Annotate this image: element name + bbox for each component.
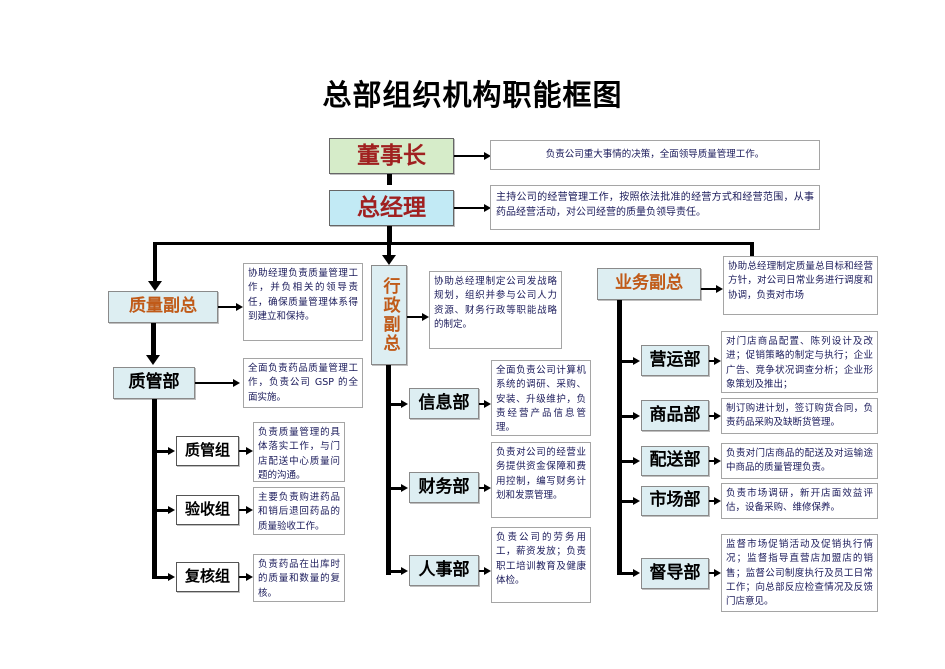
desc-general-manager: 主持公司的经营管理工作，按照依法批准的经营方式和经营范围，从事药品经营活动，对公… <box>490 185 820 230</box>
desc-business-dept-1: 制订购进计划，签订购货合同，负责药品采购及缺断货管理。 <box>721 398 878 434</box>
desc-admin-dept-2: 负责公司的劳务用工，薪资发放；负责职工培训教育及健康体检。 <box>491 527 591 603</box>
node-business-dept-4-label: 督导部 <box>649 562 701 583</box>
node-admin-dept-2-label: 人事部 <box>418 559 470 580</box>
arrow-business-dept-4-icon <box>633 569 640 577</box>
connector-quality-vp-dept <box>151 323 156 359</box>
node-quality-group-2[interactable]: 复核组 <box>176 562 239 592</box>
arrow-business-dept-1-desc-icon <box>714 412 721 420</box>
node-business-vp[interactable]: 业务副总 <box>597 268 701 300</box>
node-admin-dept-0-label: 信息部 <box>418 392 470 413</box>
node-admin-dept-0[interactable]: 信息部 <box>409 388 479 419</box>
desc-chairman: 负责公司重大事情的决策，全面领导质量管理工作。 <box>490 140 820 170</box>
node-quality-vp-label: 质量副总 <box>129 296 197 317</box>
arrow-admin-dept-1-icon <box>401 484 408 492</box>
node-business-dept-0-label: 营运部 <box>649 349 701 370</box>
arrow-admin-dept-0-icon <box>401 400 408 408</box>
org-chart-canvas: 总部组织机构职能框图 董事长 负责公司重大事情的决策，全面领导质量管理工作。 总… <box>0 0 945 669</box>
arrow-admin-dept-2-icon <box>401 567 408 575</box>
arrow-quality-vp-icon <box>148 281 162 291</box>
node-quality-group-1[interactable]: 验收组 <box>176 495 239 525</box>
node-business-dept-3[interactable]: 市场部 <box>641 486 709 516</box>
arrow-quality-group-2-desc-icon <box>246 573 253 581</box>
node-quality-vp[interactable]: 质量副总 <box>108 291 218 323</box>
desc-business-dept-3: 负责市场调研，新开店面效益评估，设备采购、维修保养。 <box>721 483 878 519</box>
arrow-business-dept-1-icon <box>633 412 640 420</box>
node-admin-vp[interactable]: 行政副总 <box>371 265 407 365</box>
arrow-business-dept-2-desc-icon <box>714 457 721 465</box>
connector-gm-desc <box>454 207 486 209</box>
arrow-business-dept-3-icon <box>633 497 640 505</box>
arrow-business-dept-2-icon <box>633 457 640 465</box>
node-business-dept-4[interactable]: 督导部 <box>641 558 709 589</box>
arrow-quality-dept-desc-icon <box>233 379 240 387</box>
arrow-admin-dept-1-desc-icon <box>484 484 491 492</box>
arrow-quality-group-0-icon <box>168 447 175 455</box>
arrow-quality-group-1-icon <box>168 506 175 514</box>
node-business-dept-1-label: 商品部 <box>649 404 701 425</box>
node-general-manager[interactable]: 总经理 <box>329 190 454 226</box>
arrow-business-vp-desc-icon <box>716 285 723 293</box>
arrow-quality-group-0-desc-icon <box>246 447 253 455</box>
node-business-dept-3-label: 市场部 <box>649 490 701 511</box>
node-business-dept-2[interactable]: 配送部 <box>641 446 709 476</box>
connector-business-trunk <box>617 300 622 575</box>
node-admin-dept-1[interactable]: 财务部 <box>409 472 479 503</box>
node-quality-dept[interactable]: 质管部 <box>113 367 195 399</box>
node-business-dept-2-label: 配送部 <box>649 450 701 471</box>
desc-business-dept-0: 对门店商品配置、陈列设计及改进；促销策略的制定与执行；企业广告、竞争状况调查分析… <box>721 331 878 393</box>
node-quality-group-2-label: 复核组 <box>184 567 230 586</box>
node-general-manager-label: 总经理 <box>357 193 426 221</box>
node-business-dept-1[interactable]: 商品部 <box>641 400 709 431</box>
connector-quality-dept-desc <box>195 382 235 384</box>
connector-bus-quality <box>153 242 157 285</box>
arrow-admin-vp-icon <box>382 255 396 265</box>
connector-quality-vp-desc <box>218 306 238 308</box>
arrow-business-dept-3-desc-icon <box>714 497 721 505</box>
desc-business-dept-2: 负责对门店商品的配送及对运输途中商品的质量管理负责。 <box>721 443 878 479</box>
arrow-quality-group-2-icon <box>168 573 175 581</box>
desc-business-vp: 协助总经理制定质量总目标和经营方针，对公司日常业务进行调度和协调，负责对市场 <box>723 256 878 315</box>
desc-business-dept-4: 监督市场促销活动及促销执行情况；监督指导直营店加盟店的销售；监督公司制度执行及员… <box>721 534 878 612</box>
arrow-admin-dept-0-desc-icon <box>484 400 491 408</box>
connector-bus-horizontal <box>153 242 753 245</box>
page-title: 总部组织机构职能框图 <box>322 78 623 112</box>
arrow-business-dept-0-desc-icon <box>714 357 721 365</box>
desc-quality-group-1: 主要负责购进药品和销后退回药品的质量验收工作。 <box>253 487 345 535</box>
connector-admin-trunk <box>386 365 391 575</box>
arrow-admin-dept-2-desc-icon <box>484 567 491 575</box>
node-quality-group-0[interactable]: 质管组 <box>176 436 239 466</box>
node-business-dept-0[interactable]: 营运部 <box>641 345 709 376</box>
arrow-admin-vp-desc-icon <box>422 313 429 321</box>
arrow-quality-dept-icon <box>146 355 160 365</box>
desc-quality-group-2: 负责药品在出库时的质量和数量的复核。 <box>253 554 345 602</box>
node-chairman-label: 董事长 <box>357 141 426 169</box>
desc-quality-vp: 协助经理负责质量管理工作，并负相关的领导责任，确保质量管理体系得到建立和保持。 <box>243 263 363 341</box>
desc-admin-dept-0: 全面负责公司计算机系统的调研、采购、安装、升级维护，负责经营产品信息管理。 <box>491 360 591 436</box>
desc-quality-group-0: 负责质量管理的具体落实工作，与门店配送中心质量问题的沟通。 <box>253 422 345 482</box>
node-chairman[interactable]: 董事长 <box>329 138 454 174</box>
connector-chairman-desc <box>454 155 486 157</box>
connector-chairman-gm <box>387 174 392 185</box>
node-quality-group-0-label: 质管组 <box>184 441 230 460</box>
desc-quality-dept: 全面负责药品质量管理工作，负责公司 GSP 的全面实施。 <box>243 358 363 408</box>
connector-quality-trunk <box>152 399 157 579</box>
arrow-quality-group-1-desc-icon <box>246 506 253 514</box>
node-admin-dept-2[interactable]: 人事部 <box>409 555 479 586</box>
node-admin-dept-1-label: 财务部 <box>418 476 470 497</box>
node-business-vp-label: 业务副总 <box>615 273 683 294</box>
node-quality-group-1-label: 验收组 <box>184 500 230 519</box>
node-quality-dept-label: 质管部 <box>128 372 180 393</box>
node-admin-vp-label: 行政副总 <box>379 277 400 353</box>
desc-admin-dept-1: 负责对公司的经营业务提供资金保障和费用控制，编写财务计划和发票管理。 <box>491 442 591 518</box>
arrow-business-dept-0-icon <box>633 357 640 365</box>
arrow-business-dept-4-desc-icon <box>714 569 721 577</box>
arrow-quality-vp-desc-icon <box>236 303 243 311</box>
desc-admin-vp: 协助总经理制定公司发战略规划，组织并参与公司人力资源、财务行政等职能战略的制定。 <box>429 271 562 349</box>
